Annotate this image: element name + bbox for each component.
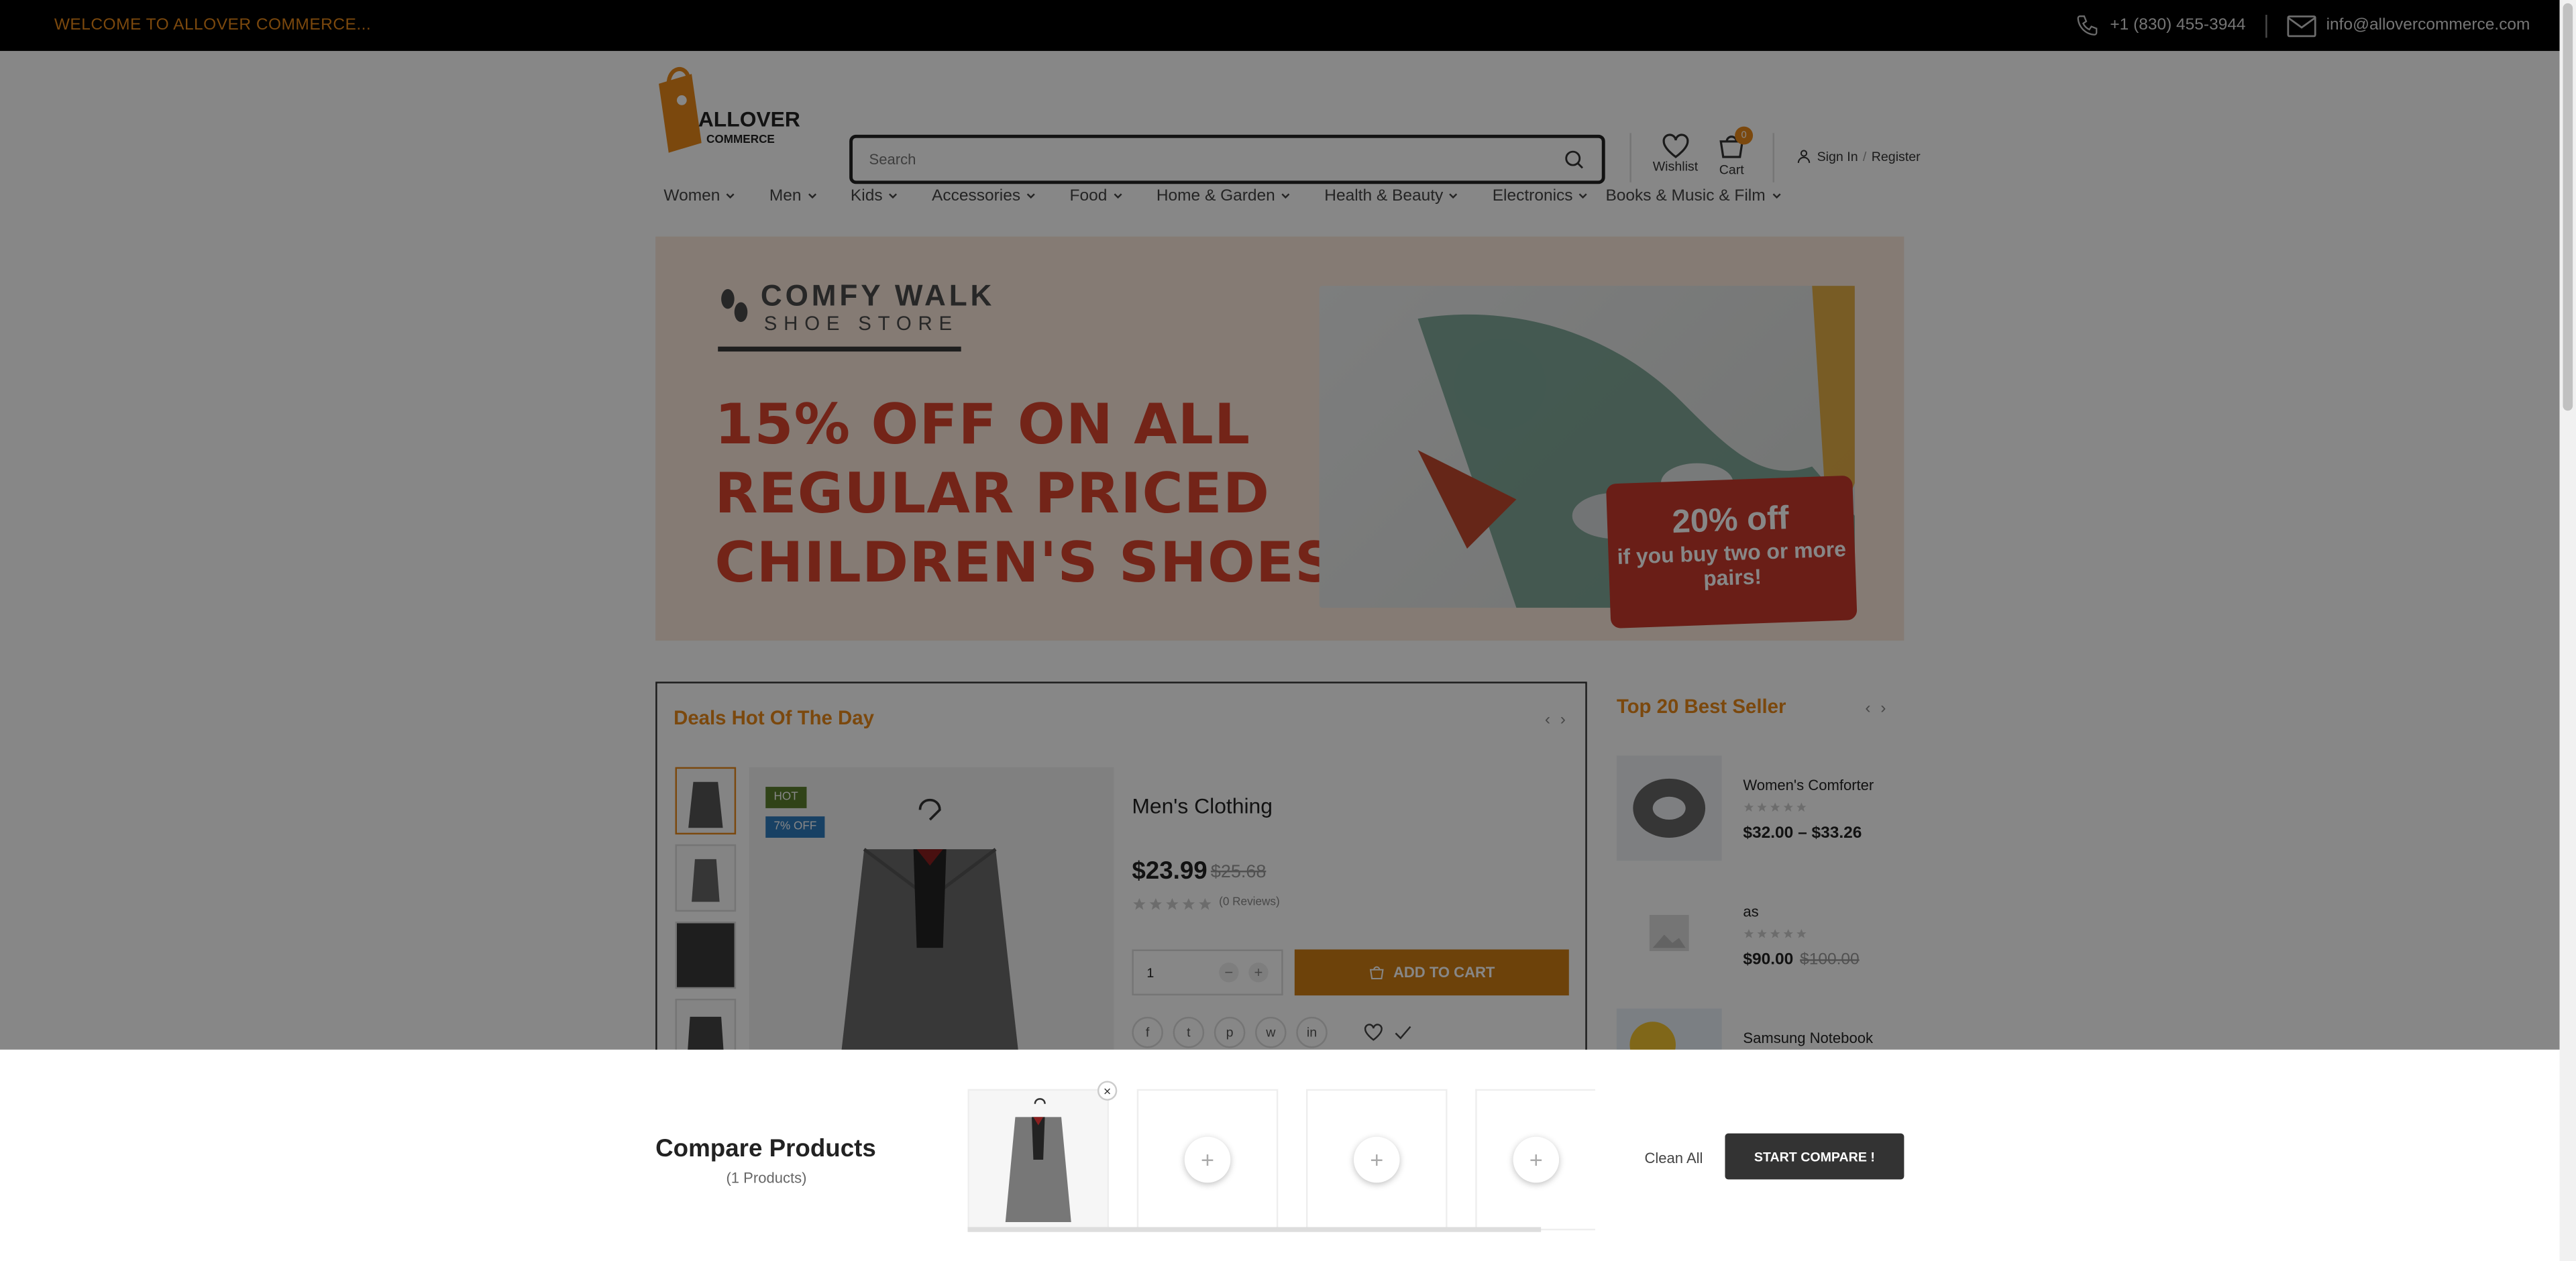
compare-slot-empty[interactable]: + [1136,1089,1279,1231]
add-icon[interactable]: + [1184,1136,1231,1183]
add-icon[interactable]: + [1353,1136,1400,1183]
compare-title: Compare Products [655,1135,876,1163]
compare-scroll-track[interactable] [967,1227,1542,1232]
start-compare-button[interactable]: START COMPARE ! [1725,1133,1904,1180]
remove-compare-icon[interactable]: × [1097,1081,1118,1101]
compare-count: (1 Products) [726,1169,807,1187]
page-scrollbar[interactable] [2559,0,2576,1261]
scrollbar-thumb[interactable] [2563,3,2573,411]
compare-slot-filled[interactable]: × [967,1081,1118,1231]
add-icon[interactable]: + [1513,1136,1560,1183]
compare-panel: Compare Products (1 Products) × + + + Cl… [0,1049,2560,1261]
compare-slot-empty[interactable]: + [1305,1089,1448,1231]
clean-all-button[interactable]: Clean All [1644,1150,1703,1166]
compare-slot-empty[interactable]: + [1475,1089,1595,1231]
coat-image [1005,1098,1071,1223]
modal-backdrop[interactable] [0,0,2560,1050]
page-root: WELCOME TO ALLOVER COMMERCE... +1 (830) … [0,0,2576,1261]
